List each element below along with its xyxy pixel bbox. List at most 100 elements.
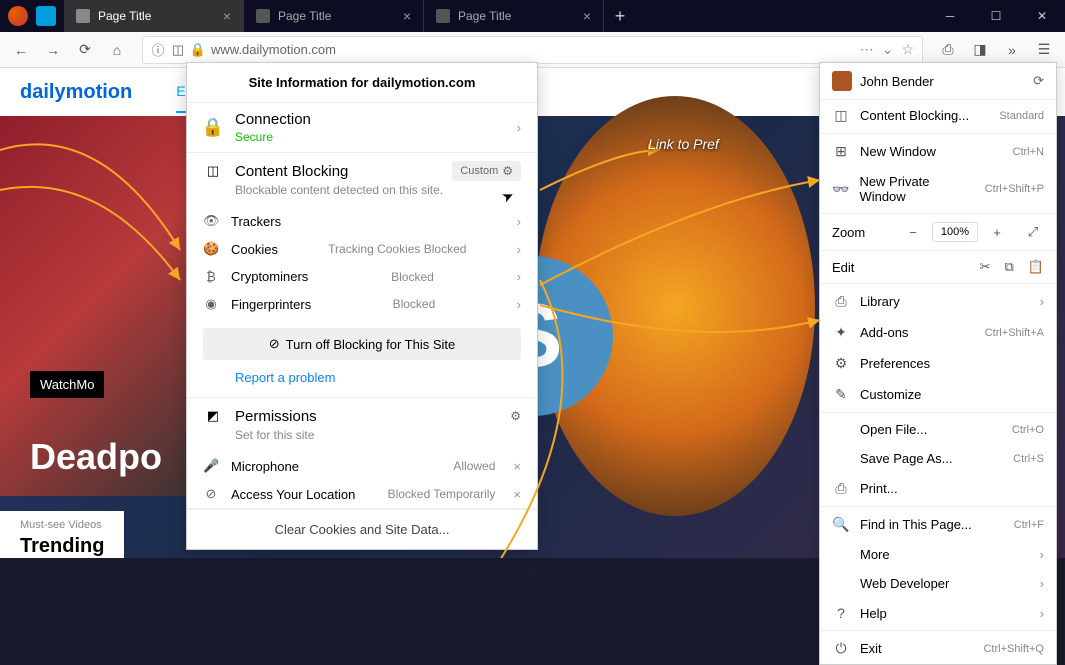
favicon <box>436 9 450 23</box>
forward-button[interactable]: → <box>38 35 68 65</box>
library-icon: ⎙ <box>832 293 850 310</box>
lock-icon[interactable]: 🔒 <box>191 43 205 57</box>
library-icon[interactable]: ⎙ <box>933 35 963 65</box>
menu-save-as[interactable]: Save Page As... Ctrl+S <box>820 444 1056 473</box>
menu-addons[interactable]: ✦ Add-ons Ctrl+Shift+A <box>820 317 1056 348</box>
menu-new-private-window[interactable]: 👓 New Private Window Ctrl+Shift+P <box>820 167 1056 211</box>
row-status: Blocked <box>391 270 434 284</box>
menu-label: New Private Window <box>859 174 974 204</box>
sidebar-icon[interactable]: ◨ <box>965 35 995 65</box>
section-subtitle: Must-see Videos <box>20 519 104 531</box>
firefox-icon[interactable] <box>8 6 28 26</box>
sync-icon[interactable]: ⟳ <box>1033 73 1044 89</box>
back-button[interactable]: ← <box>6 35 36 65</box>
exit-icon: ⏻ <box>832 640 850 657</box>
star-icon[interactable]: ☆ <box>901 41 914 58</box>
minimize-button[interactable]: ─ <box>927 0 973 32</box>
close-button[interactable]: ✕ <box>1019 0 1065 32</box>
connection-section[interactable]: 🔒 Connection Secure › <box>187 103 537 153</box>
channel-badge[interactable]: WatchMo <box>30 371 104 398</box>
menu-print[interactable]: ⎙ Print... <box>820 473 1056 504</box>
page-actions-icon[interactable]: ⋯ <box>860 41 874 58</box>
custom-badge[interactable]: Custom ⚙ <box>452 161 521 181</box>
overflow-icon[interactable]: » <box>997 35 1027 65</box>
fullscreen-icon[interactable]: ⤢ <box>1022 224 1044 240</box>
home-button[interactable]: ⌂ <box>102 35 132 65</box>
gear-icon: ⚙ <box>832 355 850 372</box>
chevron-right-icon: › <box>1040 547 1044 562</box>
perm-heading: Permissions <box>235 408 317 425</box>
menu-open-file[interactable]: Open File... Ctrl+O <box>820 415 1056 444</box>
tab-title: Page Title <box>98 9 151 23</box>
perm-subtitle: Set for this site <box>187 428 537 452</box>
gear-icon[interactable]: ⚙ <box>510 409 521 423</box>
gear-icon[interactable]: ⚙ <box>502 164 513 178</box>
zoom-out-button[interactable]: − <box>902 225 924 240</box>
remove-perm-icon[interactable]: × <box>513 487 521 502</box>
menu-label: Find in This Page... <box>860 517 972 532</box>
reload-button[interactable]: ⟳ <box>70 35 100 65</box>
info-icon[interactable]: ⓘ <box>151 43 165 57</box>
app-icon[interactable] <box>36 6 56 26</box>
menu-content-blocking[interactable]: ◫ Content Blocking... Standard <box>820 100 1056 131</box>
menu-label: Help <box>860 606 887 621</box>
menu-button[interactable]: ☰ <box>1029 35 1059 65</box>
zoom-in-button[interactable]: + <box>986 225 1008 240</box>
copy-icon[interactable]: ⧉ <box>1005 259 1014 275</box>
menu-web-developer[interactable]: Web Developer › <box>820 569 1056 598</box>
location-icon: ⊘ <box>203 486 219 502</box>
taskbar-icons <box>0 0 64 32</box>
clear-cookies-button[interactable]: Clear Cookies and Site Data... <box>187 509 537 549</box>
menu-more[interactable]: More › <box>820 540 1056 569</box>
close-tab-icon[interactable]: × <box>223 8 231 24</box>
close-tab-icon[interactable]: × <box>583 8 591 24</box>
fingerprinters-row[interactable]: ◉ Fingerprinters Blocked › <box>187 290 537 318</box>
url-actions: ⋯ ⌄ ☆ <box>860 41 914 58</box>
maximize-button[interactable]: ☐ <box>973 0 1019 32</box>
shortcut: Ctrl+Shift+A <box>985 327 1044 339</box>
shield-icon[interactable]: ◫ <box>171 43 185 57</box>
paste-icon[interactable]: 📋 <box>1028 259 1044 275</box>
tab-strip: Page Title × Page Title × Page Title × + <box>64 0 636 32</box>
browser-tab[interactable]: Page Title × <box>244 0 424 32</box>
menu-exit[interactable]: ⏻ Exit Ctrl+Shift+Q <box>820 633 1056 664</box>
trackers-row[interactable]: 👁 Trackers › <box>187 207 537 235</box>
url-bar[interactable]: ⓘ ◫ 🔒 www.dailymotion.com ⋯ ⌄ ☆ <box>142 36 923 64</box>
trending-section: Must-see Videos Trending <box>0 511 124 558</box>
tab-title: Page Title <box>458 9 511 23</box>
browser-tab[interactable]: Page Title × <box>64 0 244 32</box>
chevron-right-icon: › <box>517 297 521 312</box>
shortcut: Ctrl+Shift+P <box>985 183 1044 195</box>
dailymotion-logo[interactable]: dailymotion <box>20 81 132 104</box>
account-row[interactable]: John Bender ⟳ <box>820 63 1056 100</box>
close-tab-icon[interactable]: × <box>403 8 411 24</box>
menu-library[interactable]: ⎙ Library › <box>820 286 1056 317</box>
menu-customize[interactable]: ✎ Customize <box>820 379 1056 410</box>
cut-icon[interactable]: ✂ <box>980 259 991 275</box>
shortcut: Ctrl+S <box>1013 453 1044 465</box>
pocket-icon[interactable]: ⌄ <box>882 41 894 58</box>
remove-perm-icon[interactable]: × <box>513 459 521 474</box>
row-label: Cryptominers <box>231 269 308 284</box>
window-controls: ─ ☐ ✕ <box>927 0 1065 32</box>
report-problem-link[interactable]: Report a problem <box>187 370 537 397</box>
menu-label: Library <box>860 294 900 309</box>
video-title: Deadpo <box>30 436 162 478</box>
search-icon: 🔍 <box>832 516 850 533</box>
browser-tab[interactable]: Page Title × <box>424 0 604 32</box>
mask-icon: 👓 <box>832 181 849 198</box>
shortcut: Ctrl+O <box>1012 424 1044 436</box>
site-info-panel: Site Information for dailymotion.com 🔒 C… <box>186 62 538 550</box>
menu-preferences[interactable]: ⚙ Preferences <box>820 348 1056 379</box>
cookies-row[interactable]: 🍪 Cookies Tracking Cookies Blocked › <box>187 235 537 263</box>
cryptominers-row[interactable]: ₿ Cryptominers Blocked › <box>187 263 537 290</box>
menu-label: Exit <box>860 641 882 656</box>
new-tab-button[interactable]: + <box>604 0 636 32</box>
menu-help[interactable]: ? Help › <box>820 598 1056 628</box>
menu-label: Print... <box>860 481 898 496</box>
shortcut: Ctrl+F <box>1014 519 1044 531</box>
menu-new-window[interactable]: ⊞ New Window Ctrl+N <box>820 136 1056 167</box>
menu-find[interactable]: 🔍 Find in This Page... Ctrl+F <box>820 509 1056 540</box>
toggle-blocking-button[interactable]: ⊘ Turn off Blocking for This Site <box>203 328 521 360</box>
shortcut: Ctrl+N <box>1013 146 1044 158</box>
